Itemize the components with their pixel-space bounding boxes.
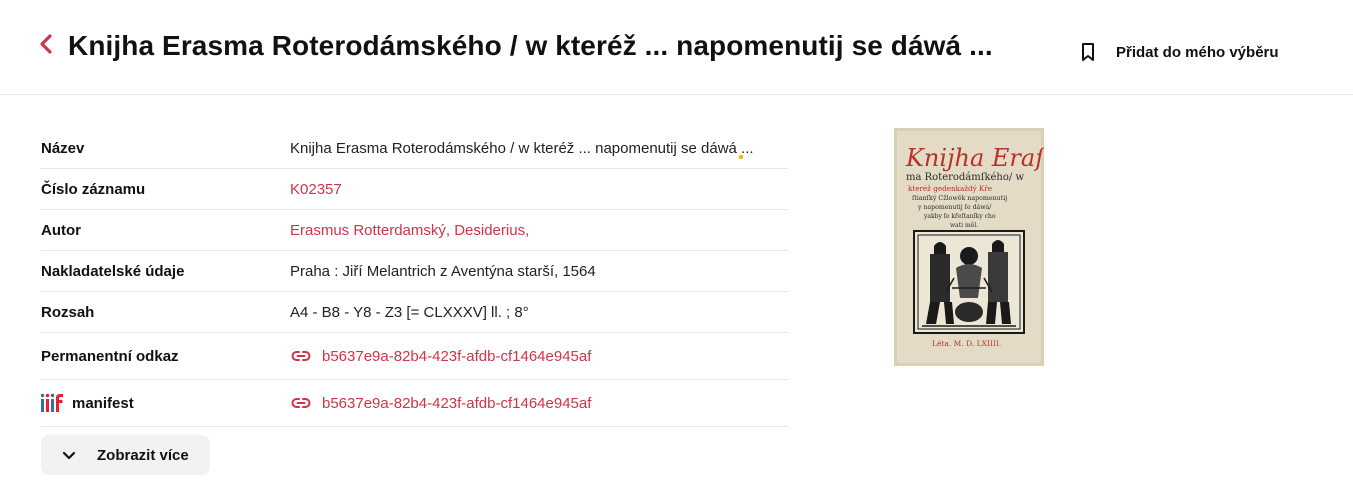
add-to-selection-button[interactable]: Přidat do mého výběru bbox=[1076, 38, 1279, 66]
add-to-selection-label: Přidat do mého výběru bbox=[1116, 43, 1279, 61]
detail-label: Autor bbox=[41, 221, 81, 239]
bookmark-icon bbox=[1076, 40, 1100, 64]
cover-imprint: Léta. M. D. LXIIII. bbox=[932, 339, 1001, 348]
detail-label: Permanentní odkaz bbox=[41, 347, 179, 365]
detail-label: manifest bbox=[72, 394, 134, 412]
chevron-down-icon bbox=[61, 447, 77, 463]
cover-title-line: yakby ſe křeſtanſky cho bbox=[923, 213, 996, 220]
permalink-link[interactable]: b5637e9a-82b4-423f-afdb-cf1464e945af bbox=[290, 345, 591, 367]
manifest-link[interactable]: b5637e9a-82b4-423f-afdb-cf1464e945af bbox=[290, 392, 591, 414]
cover-title-line: ma Roterodámſkého/ w bbox=[906, 172, 1024, 183]
link-icon bbox=[290, 345, 312, 367]
author-link[interactable]: Erasmus Rotterdamský, Desiderius, bbox=[290, 222, 529, 239]
cover-woodcut-illustration bbox=[913, 230, 1025, 334]
detail-row-manifest: manifest b5637e9a-82b4-423f-afdb-cf1464e… bbox=[40, 380, 788, 427]
detail-row-publisher: Nakladatelské údaje Praha : Jiří Melantr… bbox=[41, 251, 788, 292]
detail-label: Název bbox=[41, 139, 85, 157]
record-number-link[interactable]: K02357 bbox=[290, 181, 342, 198]
cover-title-line: y napomenutij ſe dáwá/ bbox=[917, 204, 992, 211]
cover-title-line: wati měl. bbox=[950, 222, 978, 229]
permalink-text: b5637e9a-82b4-423f-afdb-cf1464e945af bbox=[322, 347, 592, 365]
detail-value-publisher: Praha : Jiří Melantrich z Aventýna starš… bbox=[290, 262, 596, 280]
book-cover-thumbnail[interactable]: Knijha Eraſ ma Roterodámſkého/ w kteréž … bbox=[894, 128, 1044, 366]
record-details-table: Název Knijha Erasma Roterodámského / w k… bbox=[40, 128, 788, 427]
cover-title-line: ſtianſký Cžlowěk napomenutij bbox=[912, 195, 1007, 202]
detail-row-extent: Rozsah A4 - B8 - Y8 - Z3 [= CLXXXV] ll. … bbox=[41, 292, 788, 333]
chevron-left-icon bbox=[40, 34, 52, 54]
spellcheck-dot bbox=[739, 155, 743, 159]
detail-label: Číslo záznamu bbox=[41, 180, 146, 198]
back-button[interactable] bbox=[36, 30, 58, 58]
link-icon bbox=[290, 392, 312, 414]
cover-title-line: Knijha Eraſ bbox=[905, 144, 1044, 172]
show-more-button[interactable]: Zobrazit více bbox=[41, 435, 210, 475]
page-title: Knijha Erasma Roterodámského / w kteréž … bbox=[68, 30, 993, 61]
detail-label: Rozsah bbox=[41, 303, 95, 321]
detail-value-title: Knijha Erasma Roterodámského / w kteréž … bbox=[290, 139, 754, 157]
manifest-text: b5637e9a-82b4-423f-afdb-cf1464e945af bbox=[322, 394, 592, 412]
detail-row-title: Název Knijha Erasma Roterodámského / w k… bbox=[41, 128, 788, 169]
detail-value-extent: A4 - B8 - Y8 - Z3 [= CLXXXV] ll. ; 8° bbox=[290, 303, 529, 321]
detail-row-permalink: Permanentní odkaz b5637e9a-82b4-423f-afd… bbox=[41, 333, 788, 380]
detail-label: Nakladatelské údaje bbox=[41, 262, 185, 280]
detail-row-author: Autor Erasmus Rotterdamský, Desiderius, bbox=[41, 210, 788, 251]
detail-row-record-number: Číslo záznamu K02357 bbox=[41, 169, 788, 210]
iiif-icon bbox=[40, 393, 64, 413]
cover-title-line: kteréž gedenkaždý Kře bbox=[908, 184, 992, 193]
show-more-label: Zobrazit více bbox=[97, 446, 189, 464]
page-header: Knijha Erasma Roterodámského / w kteréž … bbox=[0, 0, 1353, 95]
manifest-label-group: manifest bbox=[40, 393, 290, 413]
